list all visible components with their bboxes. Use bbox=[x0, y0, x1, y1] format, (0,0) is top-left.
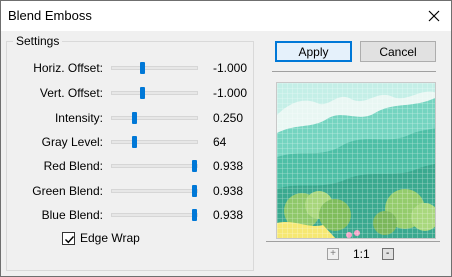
slider-row-horiz-offset: Horiz. Offset: -1.000 bbox=[7, 59, 255, 77]
slider-label: Intensity: bbox=[54, 111, 103, 125]
check-icon bbox=[65, 235, 75, 243]
blue-blend-slider[interactable] bbox=[111, 209, 198, 221]
slider-row-gray-level: Gray Level: 64 bbox=[7, 133, 255, 151]
slider-thumb[interactable] bbox=[132, 136, 137, 148]
slider-thumb[interactable] bbox=[192, 160, 197, 172]
green-blend-slider[interactable] bbox=[111, 185, 198, 197]
title-bar: Blend Emboss bbox=[1, 1, 451, 31]
slider-value: 0.938 bbox=[213, 208, 244, 222]
slider-thumb[interactable] bbox=[192, 185, 197, 197]
slider-label: Blue Blend: bbox=[41, 208, 103, 222]
slider-value: 0.938 bbox=[213, 159, 244, 173]
slider-thumb[interactable] bbox=[140, 87, 145, 99]
edge-wrap-label: Edge Wrap bbox=[80, 231, 140, 245]
apply-button[interactable]: Apply bbox=[275, 41, 352, 62]
settings-group-label: Settings bbox=[13, 34, 63, 48]
separator-top bbox=[272, 71, 436, 72]
slider-label: Red Blend: bbox=[43, 159, 103, 173]
blend-emboss-dialog: Blend Emboss Settings Horiz. Offset: -1.… bbox=[0, 0, 452, 277]
slider-label: Gray Level: bbox=[41, 135, 103, 149]
slider-label: Horiz. Offset: bbox=[33, 61, 103, 75]
separator-bottom bbox=[266, 241, 440, 242]
edge-wrap-option[interactable]: Edge Wrap bbox=[62, 230, 140, 246]
landscape-preview bbox=[277, 83, 435, 238]
zoom-in-button[interactable]: + bbox=[327, 248, 339, 260]
apply-button-label: Apply bbox=[298, 44, 329, 59]
slider-label: Vert. Offset: bbox=[39, 86, 103, 100]
zoom-out-button[interactable]: - bbox=[381, 248, 394, 260]
preview-image bbox=[276, 82, 436, 239]
gray-level-slider[interactable] bbox=[111, 136, 198, 148]
cancel-button[interactable]: Cancel bbox=[360, 41, 436, 62]
intensity-slider[interactable] bbox=[111, 112, 198, 124]
horiz-offset-slider[interactable] bbox=[111, 62, 198, 74]
slider-row-vert-offset: Vert. Offset: -1.000 bbox=[7, 84, 255, 102]
edge-wrap-checkbox[interactable] bbox=[62, 231, 75, 245]
slider-thumb[interactable] bbox=[192, 209, 197, 221]
window-title: Blend Emboss bbox=[8, 8, 92, 23]
cancel-button-label: Cancel bbox=[379, 44, 417, 59]
close-icon bbox=[428, 10, 440, 22]
slider-thumb[interactable] bbox=[140, 62, 145, 74]
slider-value: 0.250 bbox=[213, 111, 244, 125]
vert-offset-slider[interactable] bbox=[111, 87, 198, 99]
settings-group: Settings Horiz. Offset: -1.000 Vert. Off… bbox=[6, 34, 255, 271]
slider-row-red-blend: Red Blend: 0.938 bbox=[7, 157, 255, 175]
close-button[interactable] bbox=[417, 1, 451, 31]
slider-value: -1.000 bbox=[213, 61, 248, 75]
zoom-controls: + 1:1 - bbox=[327, 247, 394, 261]
red-blend-slider[interactable] bbox=[111, 160, 198, 172]
slider-label: Green Blend: bbox=[32, 184, 103, 198]
slider-row-intensity: Intensity: 0.250 bbox=[7, 109, 255, 127]
slider-value: 0.938 bbox=[213, 184, 244, 198]
slider-row-blue-blend: Blue Blend: 0.938 bbox=[7, 206, 255, 224]
slider-row-green-blend: Green Blend: 0.938 bbox=[7, 182, 255, 200]
zoom-level: 1:1 bbox=[353, 247, 370, 261]
slider-value: 64 bbox=[213, 135, 227, 149]
slider-thumb[interactable] bbox=[132, 112, 137, 124]
slider-value: -1.000 bbox=[213, 86, 248, 100]
